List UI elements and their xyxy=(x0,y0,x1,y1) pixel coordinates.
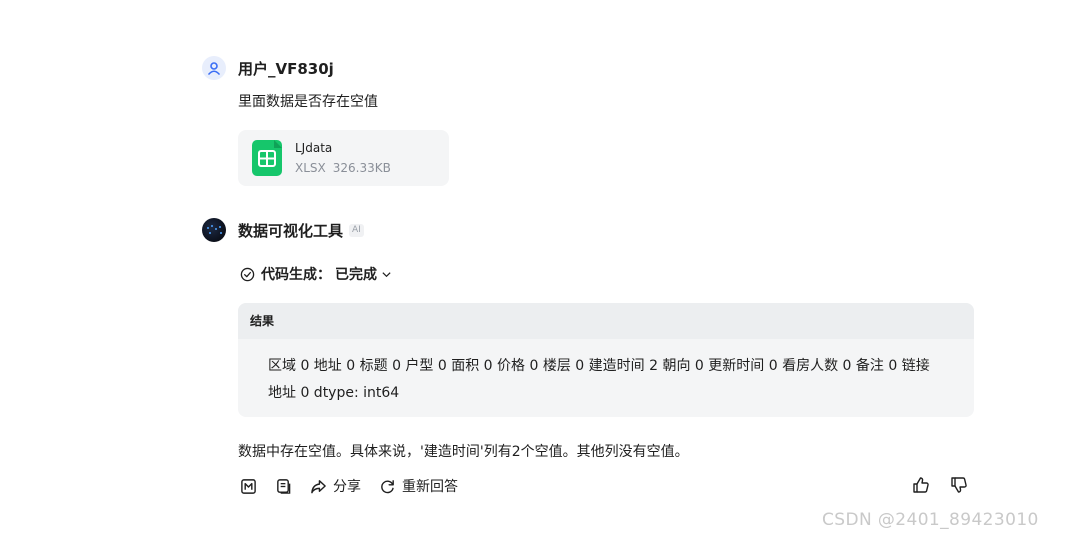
bot-header: 数据可视化工具 AI xyxy=(202,218,364,242)
code-generation-label: 代码生成： xyxy=(261,267,331,283)
thumbs-up-icon xyxy=(913,477,929,493)
copy-button[interactable] xyxy=(275,478,292,495)
result-panel: 结果 区域 0 地址 0 标题 0 户型 0 面积 0 价格 0 楼层 0 建造… xyxy=(238,303,974,417)
result-line: 地址 0 dtype: int64 xyxy=(268,385,400,401)
chevron-down-icon xyxy=(382,271,391,277)
ai-badge: AI xyxy=(349,223,364,237)
markdown-button[interactable] xyxy=(240,478,257,495)
like-button[interactable] xyxy=(912,476,930,494)
spreadsheet-icon xyxy=(252,140,282,176)
regenerate-button[interactable]: 重新回答 xyxy=(379,476,458,496)
check-circle-icon xyxy=(240,267,255,281)
user-icon xyxy=(208,62,220,75)
dislike-button[interactable] xyxy=(950,476,968,494)
code-generation-status: 已完成 xyxy=(335,267,377,283)
thumbs-down-icon xyxy=(951,477,967,493)
share-button[interactable]: 分享 xyxy=(310,476,361,496)
watermark: CSDN @2401_89423010 xyxy=(822,510,1039,530)
user-name: 用户_VF830j xyxy=(238,59,334,78)
message-actions: 分享 重新回答 xyxy=(240,476,458,496)
file-size: 326.33KB xyxy=(332,161,391,175)
bot-avatar xyxy=(202,218,226,242)
user-avatar xyxy=(202,56,226,80)
result-content: 区域 0 地址 0 标题 0 户型 0 面积 0 价格 0 楼层 0 建造时间 … xyxy=(238,339,974,407)
markdown-icon xyxy=(241,478,256,494)
result-line: 区域 0 地址 0 标题 0 户型 0 面积 0 价格 0 楼层 0 建造时间 … xyxy=(268,358,930,374)
feedback-actions xyxy=(912,476,968,494)
user-message: 里面数据是否存在空值 xyxy=(238,94,378,110)
user-header: 用户_VF830j xyxy=(202,56,334,80)
result-title: 结果 xyxy=(238,303,974,339)
refresh-icon xyxy=(381,479,394,493)
file-type: XLSX xyxy=(295,161,326,175)
code-generation-toggle[interactable]: 代码生成： 已完成 xyxy=(240,264,392,284)
share-icon xyxy=(311,479,326,493)
file-attachment[interactable]: LJdata XLSX 326.33KB xyxy=(238,130,449,186)
bot-name: 数据可视化工具 xyxy=(238,221,344,240)
chat-page: 用户_VF830j 里面数据是否存在空值 LJdata XLSX 326.33KB… xyxy=(0,0,1068,538)
share-label: 分享 xyxy=(333,479,361,495)
copy-icon xyxy=(277,478,291,494)
file-name: LJdata xyxy=(295,141,333,155)
bot-answer: 数据中存在空值。具体来说，'建造时间'列有2个空值。其他列没有空值。 xyxy=(238,444,689,460)
regenerate-label: 重新回答 xyxy=(402,479,458,495)
